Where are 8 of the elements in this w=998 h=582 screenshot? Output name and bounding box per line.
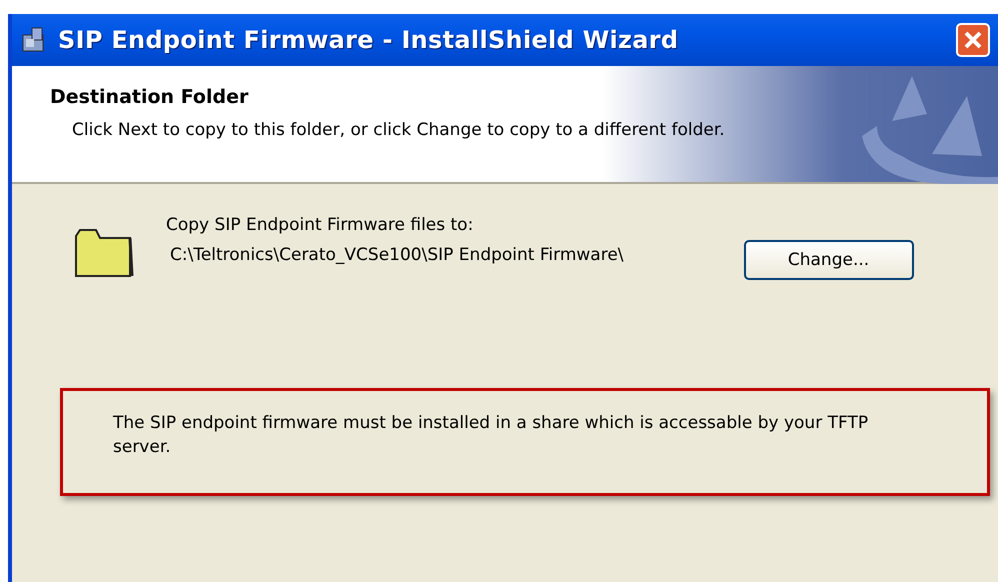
close-button[interactable]: [956, 23, 990, 57]
window-title: SIP Endpoint Firmware - InstallShield Wizard: [58, 26, 678, 54]
copy-label: Copy SIP Endpoint Firmware files to:: [166, 215, 474, 235]
page-title: Destination Folder: [50, 86, 250, 108]
page-subtitle: Click Next to copy to this folder, or click Change to copy to a different folder.: [72, 120, 726, 140]
note-text: The SIP endpoint firmware must be installed in a share which is accessable by your TFTP server.: [60, 388, 990, 496]
destination-path: C:\Teltronics\Cerato_VCSe100\SIP Endpoint Firmware\: [170, 244, 624, 267]
change-button[interactable]: Change...: [744, 240, 914, 280]
